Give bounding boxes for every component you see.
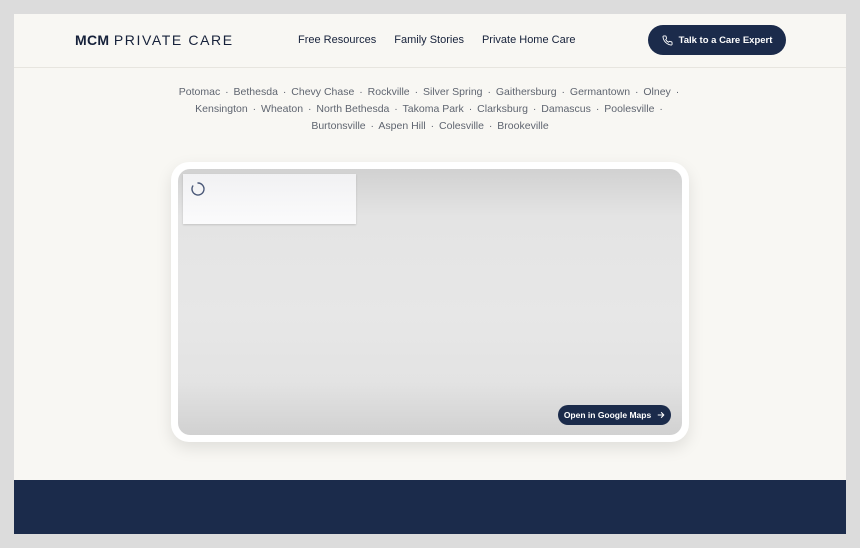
arrow-right-icon xyxy=(657,412,665,418)
spinner-icon xyxy=(191,182,205,196)
nav-link-free-resources[interactable]: Free Resources xyxy=(298,34,376,46)
city-separator: · xyxy=(487,86,491,98)
logo-mark: MCM xyxy=(75,32,110,48)
city-name: Wheaton · xyxy=(261,103,312,115)
nav-link-private-home-care[interactable]: Private Home Care xyxy=(482,34,576,46)
map-embed[interactable]: Open in Google Maps xyxy=(178,169,682,435)
logo[interactable]: MCM PRIVATE CARE xyxy=(75,32,234,48)
city-separator: · xyxy=(430,120,435,132)
main-nav: Free Resources Family Stories Private Ho… xyxy=(298,34,576,46)
city-name: Poolesville · xyxy=(604,103,663,115)
cta-label: Talk to a Care Expert xyxy=(678,34,773,46)
city-separator: · xyxy=(282,86,287,98)
page: MCM PRIVATE CARE Free Resources Family S… xyxy=(14,14,846,534)
city-name: Gaithersburg · xyxy=(495,86,566,98)
city-name: Silver Spring · xyxy=(423,86,491,98)
open-in-google-maps-button[interactable]: Open in Google Maps xyxy=(558,405,671,425)
map-card: Open in Google Maps xyxy=(171,162,689,442)
city-separator: · xyxy=(561,86,566,98)
city-separator: · xyxy=(595,103,600,115)
city-separator: · xyxy=(252,103,257,115)
city-separator: · xyxy=(394,103,398,115)
city-name: Aspen Hill · xyxy=(378,120,435,132)
city-name: Clarksburg · xyxy=(477,103,537,115)
city-separator: · xyxy=(468,103,473,115)
city-separator: · xyxy=(359,86,363,98)
open-maps-label: Open in Google Maps xyxy=(563,410,652,420)
city-separator: · xyxy=(675,86,680,98)
city-separator: · xyxy=(532,103,537,115)
nav-link-family-stories[interactable]: Family Stories xyxy=(394,34,464,46)
city-separator: · xyxy=(225,86,229,98)
city-separator: · xyxy=(488,120,493,132)
phone-icon xyxy=(662,34,673,45)
city-separator: · xyxy=(307,103,312,115)
city-name: Germantown · xyxy=(569,86,639,98)
city-name: Damascus · xyxy=(541,103,600,115)
city-name: Potomac · xyxy=(178,86,229,98)
map-info-card xyxy=(183,174,356,224)
city-name: Brookeville xyxy=(497,120,549,132)
service-area-cities: Potomac · Bethesda · Chevy Chase · Rockv… xyxy=(164,84,696,135)
logo-text: PRIVATE CARE xyxy=(113,32,234,48)
city-separator: · xyxy=(659,103,663,115)
city-name: Kensington · xyxy=(195,103,257,115)
footer-band xyxy=(14,480,846,534)
city-name: Burtonsville · xyxy=(311,120,375,132)
city-name: Chevy Chase · xyxy=(291,86,363,98)
city-name: Bethesda · xyxy=(233,86,287,98)
city-separator: · xyxy=(634,86,639,98)
city-separator: · xyxy=(370,120,375,132)
city-name: Olney · xyxy=(643,86,680,98)
city-separator: · xyxy=(414,86,419,98)
city-name: Rockville · xyxy=(367,86,419,98)
talk-to-care-expert-button[interactable]: Talk to a Care Expert xyxy=(648,25,786,55)
city-name: Takoma Park · xyxy=(402,103,473,115)
city-name: Colesville · xyxy=(439,120,493,132)
site-header: MCM PRIVATE CARE Free Resources Family S… xyxy=(14,14,846,68)
city-name: North Bethesda · xyxy=(316,103,398,115)
